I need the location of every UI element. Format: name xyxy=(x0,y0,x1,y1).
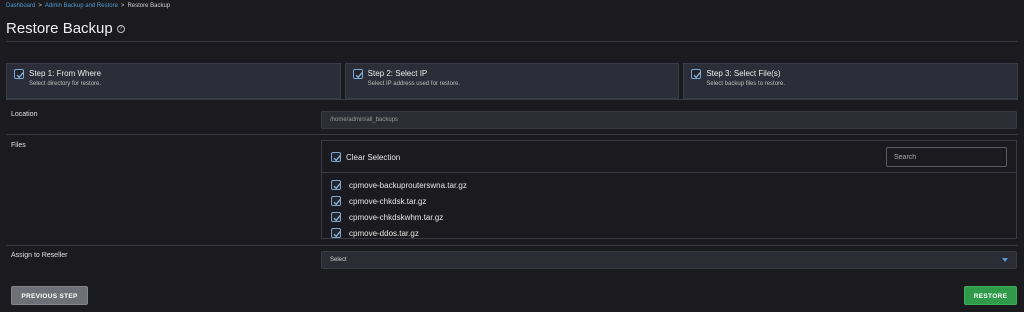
file-name: cpmove-backuprouterswna.tar.gz xyxy=(349,180,467,190)
location-field: /home/admin/all_backups xyxy=(321,111,1017,129)
page-title: Restore Backup ? xyxy=(6,20,125,37)
step-select-files[interactable]: Step 3: Select File(s) Select backup fil… xyxy=(683,63,1019,99)
step-3-check-icon xyxy=(691,69,702,79)
file-checkbox[interactable] xyxy=(331,212,341,222)
breadcrumb-dashboard[interactable]: Dashboard xyxy=(6,3,35,9)
breadcrumb-current: Restore Backup xyxy=(127,3,171,9)
page-title-text: Restore Backup xyxy=(6,20,113,37)
breadcrumb-separator: > xyxy=(38,3,42,9)
step-1-desc: Select directory for restore. xyxy=(29,81,102,87)
file-name: cpmove-ddos.tar.gz xyxy=(349,228,419,238)
clear-selection-label: Clear Selection xyxy=(346,152,401,162)
step-1-check-icon xyxy=(14,69,24,79)
file-checkbox[interactable] xyxy=(331,228,341,238)
step-2-title: Step 2: Select IP xyxy=(367,69,428,78)
title-divider xyxy=(6,41,1018,42)
reseller-select[interactable]: Select xyxy=(321,251,1017,269)
breadcrumb: Dashboard > Admin Backup and Restore > R… xyxy=(6,3,170,9)
location-label: Location xyxy=(11,111,38,118)
step-2-check-icon xyxy=(352,69,363,79)
reseller-select-value: Select xyxy=(330,257,347,263)
file-checkbox[interactable] xyxy=(331,180,341,190)
step-1-title: Step 1: From Where xyxy=(29,69,102,78)
file-item[interactable]: cpmove-ddos.tar.gz xyxy=(322,225,1016,241)
step-3-desc: Select backup files to restore. xyxy=(706,81,786,87)
file-item[interactable]: cpmove-chkdsk.tar.gz xyxy=(322,193,1016,209)
file-list: cpmove-backuprouterswna.tar.gz cpmove-ch… xyxy=(322,173,1016,241)
files-header: Clear Selection xyxy=(322,141,1016,173)
clear-selection-toggle[interactable]: Clear Selection xyxy=(331,152,400,162)
step-select-ip[interactable]: Step 2: Select IP Select IP address used… xyxy=(344,63,680,99)
reseller-label: Assign to Reseller xyxy=(11,252,68,259)
file-name: cpmove-chkdskwhm.tar.gz xyxy=(349,212,444,222)
wizard-steps: Step 1: From Where Select directory for … xyxy=(6,63,1019,99)
location-divider xyxy=(6,134,1018,135)
file-item[interactable]: cpmove-chkdskwhm.tar.gz xyxy=(322,209,1016,225)
step-2-desc: Select IP address used for restore. xyxy=(367,81,460,87)
file-search-input[interactable] xyxy=(886,147,1007,167)
previous-step-button[interactable]: PREVIOUS STEP xyxy=(11,286,88,305)
step-from-where[interactable]: Step 1: From Where Select directory for … xyxy=(6,63,341,99)
files-panel: Clear Selection cpmove-backuprouterswna.… xyxy=(321,140,1017,239)
chevron-down-icon xyxy=(1002,258,1008,262)
file-item[interactable]: cpmove-backuprouterswna.tar.gz xyxy=(322,177,1016,193)
files-divider xyxy=(6,245,1018,246)
restore-button[interactable]: RESTORE xyxy=(964,286,1017,305)
files-label: Files xyxy=(11,142,26,149)
breadcrumb-separator: > xyxy=(120,3,125,9)
clear-selection-checkbox[interactable] xyxy=(331,152,341,162)
file-name: cpmove-chkdsk.tar.gz xyxy=(349,196,427,206)
steps-divider xyxy=(6,99,1018,100)
step-3-title: Step 3: Select File(s) xyxy=(706,69,781,78)
breadcrumb-admin-backup-restore[interactable]: Admin Backup and Restore xyxy=(45,3,118,9)
file-checkbox[interactable] xyxy=(331,196,341,206)
help-icon[interactable]: ? xyxy=(116,24,125,33)
